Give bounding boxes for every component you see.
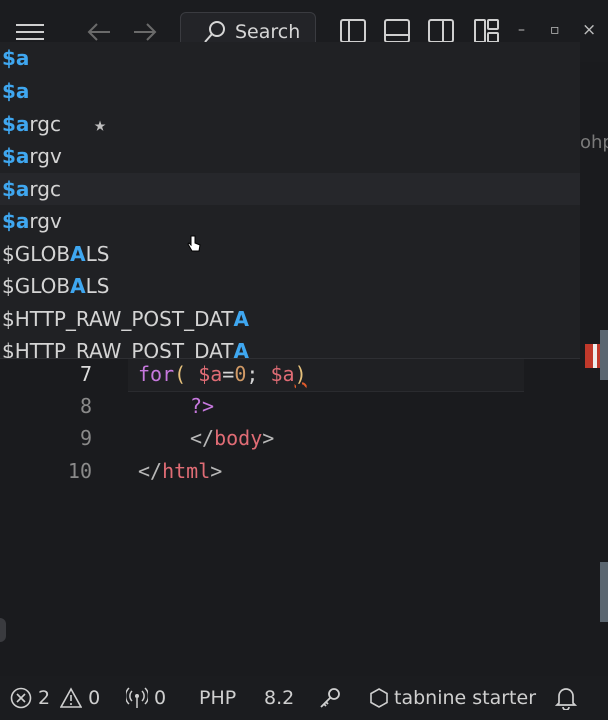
suggestion-item[interactable]: $argv (0, 140, 580, 172)
star-icon: ★ (94, 112, 107, 136)
tag-name-body: body (214, 426, 263, 450)
variable-a: $a (270, 362, 295, 386)
glyph-margin-indicator (0, 618, 6, 642)
toggle-primary-sidebar-icon[interactable] (338, 17, 368, 45)
keyword-for: for (138, 362, 175, 386)
code-line-10[interactable]: </html> (138, 455, 222, 487)
search-label: Search (235, 21, 301, 43)
autocomplete-suggestions: $a $a $argc ★ $argv $argc $argv $GLOBALS … (0, 42, 580, 359)
line-number: 7 (79, 362, 92, 386)
suggestion-item[interactable]: $argv (0, 205, 580, 237)
line-number: 10 (67, 459, 92, 483)
close-button[interactable]: × (582, 20, 596, 40)
equals-sign: = (222, 362, 235, 386)
tag-name-html: html (162, 459, 211, 483)
maximize-button[interactable]: ▫ (550, 22, 560, 38)
tabnine-hexagon-icon (370, 688, 388, 708)
suggestion-item[interactable]: $argc (0, 173, 580, 205)
code-line-9[interactable]: </body> (190, 422, 274, 454)
suggestion-item[interactable]: $HTTP_RAW_POST_DATA (0, 303, 580, 335)
hand-pointer-icon (187, 235, 201, 257)
warning-count: 0 (88, 687, 101, 709)
code-line-7[interactable]: for( $a=0; $a) (138, 358, 307, 390)
key-icon[interactable] (318, 676, 342, 720)
broadcast-count: 0 (154, 687, 167, 709)
open-paren: ( (174, 362, 187, 386)
line-number: 8 (79, 394, 92, 418)
tabnine-label: tabnine starter (394, 687, 536, 709)
tag-open-bracket: </ (190, 426, 215, 450)
suggestion-item[interactable]: $GLOBALS (0, 238, 580, 270)
bell-icon[interactable] (555, 676, 577, 720)
suggestion-item[interactable]: $a (0, 42, 580, 74)
close-paren: ) (294, 362, 307, 386)
error-icon (10, 687, 32, 709)
number-zero: 0 (234, 362, 247, 386)
toggle-panel-icon[interactable] (382, 17, 412, 45)
minimap-strip (600, 562, 608, 622)
minimize-button[interactable]: – (518, 22, 525, 38)
status-bar: 2 0 0 PHP 8.2 tabnine starter (0, 676, 608, 720)
search-icon (204, 21, 225, 43)
suggestion-item[interactable]: $GLOBALS (0, 270, 580, 302)
language-mode[interactable]: PHP (199, 676, 236, 720)
line-number: 9 (79, 426, 92, 450)
problems-indicator[interactable]: 2 0 (10, 676, 100, 720)
tag-close-bracket: > (210, 459, 223, 483)
file-name-fragment: ohp (580, 132, 608, 153)
broadcast-icon (126, 687, 148, 708)
toggle-secondary-sidebar-icon[interactable] (426, 17, 456, 45)
ports-indicator[interactable]: 0 (126, 676, 166, 720)
customize-layout-icon[interactable] (472, 17, 502, 45)
minimap-strip (600, 330, 608, 380)
tag-open-bracket: </ (138, 459, 163, 483)
suggestion-item[interactable]: $HTTP_RAW_POST_DATA (0, 335, 580, 358)
suggestion-item[interactable]: $argc ★ (0, 108, 580, 140)
php-close-tag[interactable]: ?> (190, 390, 214, 422)
tag-close-bracket: > (262, 426, 275, 450)
tabnine-status[interactable]: tabnine starter (370, 676, 536, 720)
error-count: 2 (38, 687, 51, 709)
semicolon: ; (246, 362, 271, 386)
warning-icon (60, 687, 83, 708)
variable-a: $a (186, 362, 223, 386)
suggestion-item[interactable]: $a (0, 75, 580, 107)
php-version[interactable]: 8.2 (264, 676, 294, 720)
